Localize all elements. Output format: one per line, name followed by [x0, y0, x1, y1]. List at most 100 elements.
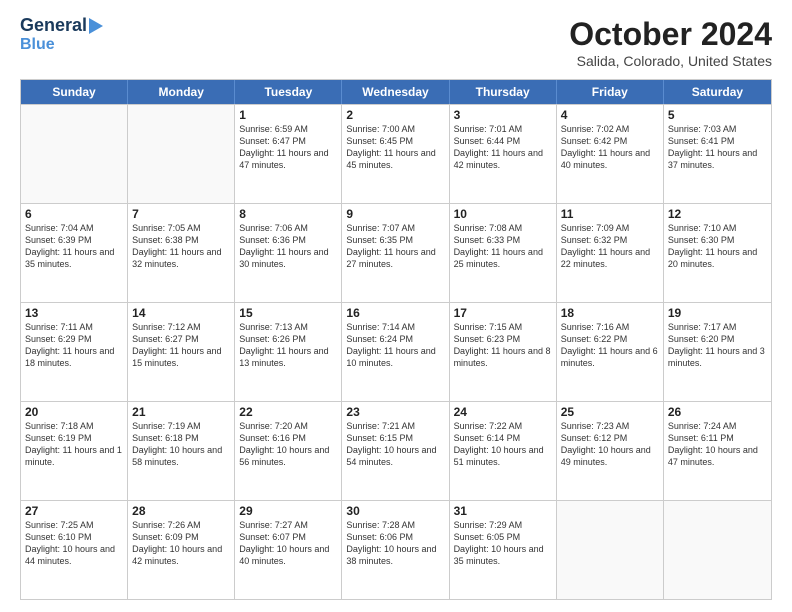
calendar-cell: 30Sunrise: 7:28 AM Sunset: 6:06 PM Dayli…	[342, 501, 449, 599]
header-cell-thursday: Thursday	[450, 80, 557, 104]
calendar-cell: 14Sunrise: 7:12 AM Sunset: 6:27 PM Dayli…	[128, 303, 235, 401]
calendar-cell: 10Sunrise: 7:08 AM Sunset: 6:33 PM Dayli…	[450, 204, 557, 302]
calendar-cell: 19Sunrise: 7:17 AM Sunset: 6:20 PM Dayli…	[664, 303, 771, 401]
header-cell-sunday: Sunday	[21, 80, 128, 104]
cell-date-number: 17	[454, 306, 552, 320]
calendar-cell: 27Sunrise: 7:25 AM Sunset: 6:10 PM Dayli…	[21, 501, 128, 599]
calendar-cell: 26Sunrise: 7:24 AM Sunset: 6:11 PM Dayli…	[664, 402, 771, 500]
cell-date-number: 10	[454, 207, 552, 221]
calendar-row-5: 27Sunrise: 7:25 AM Sunset: 6:10 PM Dayli…	[21, 500, 771, 599]
calendar-title: October 2024	[569, 16, 772, 53]
calendar-cell: 8Sunrise: 7:06 AM Sunset: 6:36 PM Daylig…	[235, 204, 342, 302]
calendar-row-1: 1Sunrise: 6:59 AM Sunset: 6:47 PM Daylig…	[21, 104, 771, 203]
cell-sun-info: Sunrise: 6:59 AM Sunset: 6:47 PM Dayligh…	[239, 123, 337, 172]
calendar-cell: 6Sunrise: 7:04 AM Sunset: 6:39 PM Daylig…	[21, 204, 128, 302]
cell-date-number: 1	[239, 108, 337, 122]
cell-date-number: 29	[239, 504, 337, 518]
header-cell-friday: Friday	[557, 80, 664, 104]
cell-sun-info: Sunrise: 7:17 AM Sunset: 6:20 PM Dayligh…	[668, 321, 767, 370]
cell-sun-info: Sunrise: 7:00 AM Sunset: 6:45 PM Dayligh…	[346, 123, 444, 172]
calendar-cell: 16Sunrise: 7:14 AM Sunset: 6:24 PM Dayli…	[342, 303, 449, 401]
calendar: SundayMondayTuesdayWednesdayThursdayFrid…	[20, 79, 772, 600]
calendar-row-3: 13Sunrise: 7:11 AM Sunset: 6:29 PM Dayli…	[21, 302, 771, 401]
calendar-cell: 11Sunrise: 7:09 AM Sunset: 6:32 PM Dayli…	[557, 204, 664, 302]
cell-date-number: 20	[25, 405, 123, 419]
cell-sun-info: Sunrise: 7:18 AM Sunset: 6:19 PM Dayligh…	[25, 420, 123, 469]
cell-sun-info: Sunrise: 7:04 AM Sunset: 6:39 PM Dayligh…	[25, 222, 123, 271]
calendar-cell: 31Sunrise: 7:29 AM Sunset: 6:05 PM Dayli…	[450, 501, 557, 599]
calendar-cell	[557, 501, 664, 599]
cell-sun-info: Sunrise: 7:25 AM Sunset: 6:10 PM Dayligh…	[25, 519, 123, 568]
calendar-cell: 23Sunrise: 7:21 AM Sunset: 6:15 PM Dayli…	[342, 402, 449, 500]
cell-sun-info: Sunrise: 7:06 AM Sunset: 6:36 PM Dayligh…	[239, 222, 337, 271]
cell-sun-info: Sunrise: 7:07 AM Sunset: 6:35 PM Dayligh…	[346, 222, 444, 271]
logo-text: General	[20, 16, 87, 36]
calendar-cell: 25Sunrise: 7:23 AM Sunset: 6:12 PM Dayli…	[557, 402, 664, 500]
cell-date-number: 9	[346, 207, 444, 221]
cell-date-number: 24	[454, 405, 552, 419]
cell-sun-info: Sunrise: 7:11 AM Sunset: 6:29 PM Dayligh…	[25, 321, 123, 370]
header-cell-wednesday: Wednesday	[342, 80, 449, 104]
cell-date-number: 21	[132, 405, 230, 419]
cell-sun-info: Sunrise: 7:29 AM Sunset: 6:05 PM Dayligh…	[454, 519, 552, 568]
cell-date-number: 7	[132, 207, 230, 221]
cell-date-number: 25	[561, 405, 659, 419]
cell-sun-info: Sunrise: 7:19 AM Sunset: 6:18 PM Dayligh…	[132, 420, 230, 469]
calendar-cell: 2Sunrise: 7:00 AM Sunset: 6:45 PM Daylig…	[342, 105, 449, 203]
page: General Blue October 2024 Salida, Colora…	[0, 0, 792, 612]
cell-sun-info: Sunrise: 7:27 AM Sunset: 6:07 PM Dayligh…	[239, 519, 337, 568]
calendar-row-4: 20Sunrise: 7:18 AM Sunset: 6:19 PM Dayli…	[21, 401, 771, 500]
cell-sun-info: Sunrise: 7:15 AM Sunset: 6:23 PM Dayligh…	[454, 321, 552, 370]
cell-date-number: 6	[25, 207, 123, 221]
calendar-cell: 22Sunrise: 7:20 AM Sunset: 6:16 PM Dayli…	[235, 402, 342, 500]
header-cell-saturday: Saturday	[664, 80, 771, 104]
calendar-cell: 24Sunrise: 7:22 AM Sunset: 6:14 PM Dayli…	[450, 402, 557, 500]
calendar-cell: 17Sunrise: 7:15 AM Sunset: 6:23 PM Dayli…	[450, 303, 557, 401]
cell-sun-info: Sunrise: 7:22 AM Sunset: 6:14 PM Dayligh…	[454, 420, 552, 469]
cell-sun-info: Sunrise: 7:24 AM Sunset: 6:11 PM Dayligh…	[668, 420, 767, 469]
cell-sun-info: Sunrise: 7:21 AM Sunset: 6:15 PM Dayligh…	[346, 420, 444, 469]
cell-date-number: 30	[346, 504, 444, 518]
calendar-cell: 28Sunrise: 7:26 AM Sunset: 6:09 PM Dayli…	[128, 501, 235, 599]
cell-date-number: 28	[132, 504, 230, 518]
calendar-cell: 20Sunrise: 7:18 AM Sunset: 6:19 PM Dayli…	[21, 402, 128, 500]
cell-date-number: 11	[561, 207, 659, 221]
calendar-cell: 7Sunrise: 7:05 AM Sunset: 6:38 PM Daylig…	[128, 204, 235, 302]
calendar-cell	[21, 105, 128, 203]
cell-sun-info: Sunrise: 7:16 AM Sunset: 6:22 PM Dayligh…	[561, 321, 659, 370]
calendar-cell: 5Sunrise: 7:03 AM Sunset: 6:41 PM Daylig…	[664, 105, 771, 203]
cell-date-number: 15	[239, 306, 337, 320]
header-cell-monday: Monday	[128, 80, 235, 104]
title-area: October 2024 Salida, Colorado, United St…	[569, 16, 772, 69]
cell-date-number: 14	[132, 306, 230, 320]
cell-date-number: 16	[346, 306, 444, 320]
calendar-cell: 4Sunrise: 7:02 AM Sunset: 6:42 PM Daylig…	[557, 105, 664, 203]
cell-sun-info: Sunrise: 7:05 AM Sunset: 6:38 PM Dayligh…	[132, 222, 230, 271]
cell-date-number: 31	[454, 504, 552, 518]
cell-sun-info: Sunrise: 7:14 AM Sunset: 6:24 PM Dayligh…	[346, 321, 444, 370]
logo: General Blue	[20, 16, 103, 53]
header-cell-tuesday: Tuesday	[235, 80, 342, 104]
calendar-cell	[128, 105, 235, 203]
cell-date-number: 3	[454, 108, 552, 122]
cell-sun-info: Sunrise: 7:10 AM Sunset: 6:30 PM Dayligh…	[668, 222, 767, 271]
cell-date-number: 19	[668, 306, 767, 320]
calendar-subtitle: Salida, Colorado, United States	[569, 53, 772, 69]
calendar-cell: 9Sunrise: 7:07 AM Sunset: 6:35 PM Daylig…	[342, 204, 449, 302]
calendar-cell: 18Sunrise: 7:16 AM Sunset: 6:22 PM Dayli…	[557, 303, 664, 401]
cell-sun-info: Sunrise: 7:26 AM Sunset: 6:09 PM Dayligh…	[132, 519, 230, 568]
calendar-cell: 15Sunrise: 7:13 AM Sunset: 6:26 PM Dayli…	[235, 303, 342, 401]
cell-date-number: 26	[668, 405, 767, 419]
cell-date-number: 4	[561, 108, 659, 122]
cell-sun-info: Sunrise: 7:09 AM Sunset: 6:32 PM Dayligh…	[561, 222, 659, 271]
calendar-cell: 29Sunrise: 7:27 AM Sunset: 6:07 PM Dayli…	[235, 501, 342, 599]
calendar-body: 1Sunrise: 6:59 AM Sunset: 6:47 PM Daylig…	[21, 104, 771, 599]
logo-arrow-icon	[89, 18, 103, 34]
cell-sun-info: Sunrise: 7:01 AM Sunset: 6:44 PM Dayligh…	[454, 123, 552, 172]
cell-sun-info: Sunrise: 7:08 AM Sunset: 6:33 PM Dayligh…	[454, 222, 552, 271]
cell-date-number: 12	[668, 207, 767, 221]
cell-sun-info: Sunrise: 7:20 AM Sunset: 6:16 PM Dayligh…	[239, 420, 337, 469]
logo-blue: Blue	[20, 36, 55, 54]
cell-sun-info: Sunrise: 7:12 AM Sunset: 6:27 PM Dayligh…	[132, 321, 230, 370]
cell-sun-info: Sunrise: 7:03 AM Sunset: 6:41 PM Dayligh…	[668, 123, 767, 172]
